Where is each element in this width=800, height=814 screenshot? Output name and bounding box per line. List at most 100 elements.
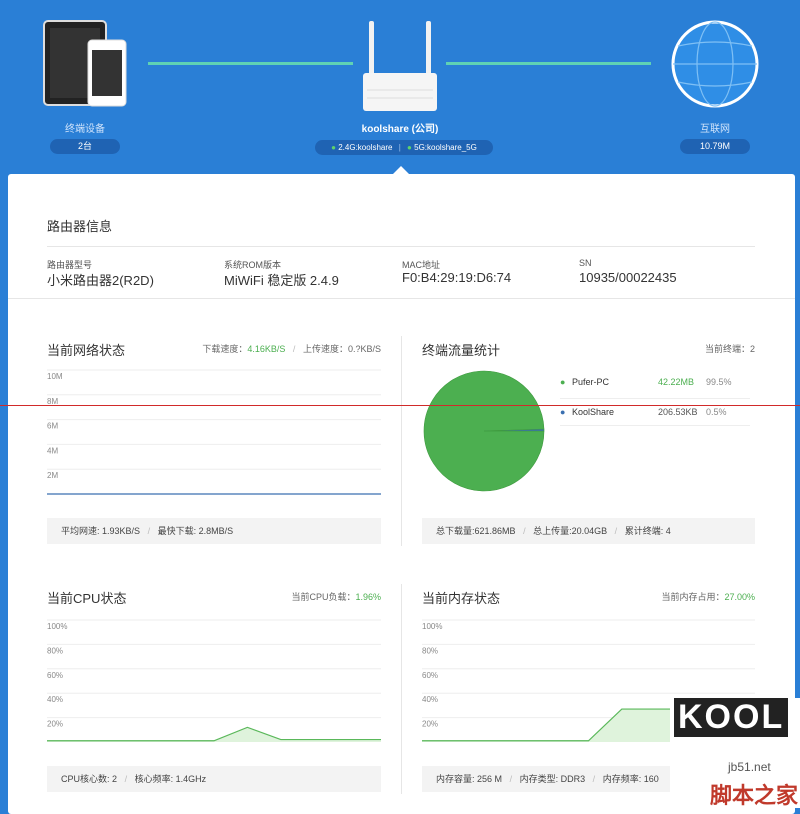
traffic-pie-chart <box>423 370 545 492</box>
cpu-title: 当前CPU状态 <box>47 591 127 606</box>
internet-speed-badge: 10.79M <box>680 139 750 154</box>
router-model-value: 小米路由器2(R2D) <box>47 273 154 288</box>
wifi-24-name: 2.4G:koolshare <box>338 143 393 152</box>
y-tick-label: 20% <box>47 720 63 729</box>
series-line <box>47 726 381 742</box>
terminal-label: 终端设备 <box>65 124 105 135</box>
current-terminals-value: 2 <box>749 344 755 354</box>
y-tick-label: 20% <box>422 720 438 729</box>
y-tick-label: 100% <box>422 622 442 631</box>
wifi-5-dot-icon: ● <box>407 143 412 152</box>
current-terminals-label: 当前终端： <box>704 344 750 354</box>
network-title: 当前网络状态 <box>47 343 126 358</box>
memory-type-value: DDR3 <box>560 774 586 784</box>
y-tick-label: 100% <box>47 622 67 631</box>
y-tick-label: 60% <box>422 671 438 680</box>
watermark-site-cn: 脚本之家 <box>710 783 799 808</box>
download-value: 4.16KB/S <box>247 344 286 354</box>
traffic-title: 终端流量统计 <box>422 343 501 358</box>
y-tick-label: 6M <box>47 422 58 431</box>
legend-dot-icon: ● <box>560 377 566 387</box>
mac-value: F0:B4:29:19:D6:74 <box>402 270 512 285</box>
router-info-title: 路由器信息 <box>47 219 113 234</box>
wifi-24-dot-icon: ● <box>331 143 336 152</box>
network-speeds: 下载速度：4.16KB/S / 上传速度：0.?KB/S <box>202 344 381 354</box>
legend-dot-icon: ● <box>560 407 566 417</box>
avg-speed-value: 1.93KB/S <box>102 526 141 536</box>
terminal-devices-icon[interactable] <box>42 18 132 110</box>
internet-label: 互联网 <box>700 124 730 135</box>
memory-freq-label: 内存频率: <box>602 774 642 784</box>
y-tick-label: 60% <box>47 671 63 680</box>
cpu-load-value: 1.96% <box>355 592 381 602</box>
network-footer: 平均网速: 1.93KB/S / 最快下载: 2.8MB/S <box>47 518 381 544</box>
cpu-footer: CPU核心数: 2 / 核心频率: 1.4GHz <box>47 766 381 792</box>
traffic-footer: 总下载量:621.86MB / 总上传量:20.04GB / 累计终端: 4 <box>422 518 755 544</box>
avg-speed-label: 平均网速: <box>61 526 100 536</box>
memory-title: 当前内存状态 <box>422 591 501 606</box>
y-tick-label: 4M <box>47 446 58 455</box>
watermark-site: jb51.net <box>728 760 771 774</box>
memory-usage-value: 27.00% <box>724 592 755 602</box>
wifi-divider: | <box>398 143 401 152</box>
download-label: 下载速度： <box>202 344 248 354</box>
link-line-right <box>446 62 651 65</box>
network-chart: 10M8M6M4M2M <box>47 369 381 495</box>
memory-usage-label: 当前内存占用： <box>661 592 725 602</box>
cpu-load-label: 当前CPU负载： <box>291 592 356 602</box>
cpu-cores-value: 2 <box>112 774 118 784</box>
legend-pct: 99.5% <box>706 377 732 387</box>
y-tick-label: 10M <box>47 372 63 381</box>
annotation-red-line <box>0 405 800 406</box>
section-divider-1 <box>8 298 795 299</box>
memory-freq-value: 160 <box>643 774 659 784</box>
y-tick-label: 80% <box>47 646 63 655</box>
cumulative-terminals-label: 累计终端: <box>624 526 664 536</box>
y-tick-label: 40% <box>422 695 438 704</box>
legend-name: KoolShare <box>571 407 614 417</box>
total-upload-label: 总上传量: <box>533 526 572 536</box>
legend-amount: 42.22MB <box>658 377 695 387</box>
legend-row-pufer[interactable]: ● Pufer-PC 42.22MB 99.5% <box>560 372 750 399</box>
y-tick-label: 80% <box>422 646 438 655</box>
watermark-logo: KOOL <box>674 698 789 737</box>
max-download-label: 最快下载: <box>157 526 197 536</box>
memory-usage: 当前内存占用：27.00% <box>602 590 755 603</box>
upload-label: 上传速度： <box>302 344 348 354</box>
legend-row-koolshare[interactable]: ● KoolShare 206.53KB 0.5% <box>560 399 750 426</box>
y-tick-label: 40% <box>47 695 63 704</box>
total-download-label: 总下载量: <box>436 526 475 536</box>
terminal-count-badge: 2台 <box>50 139 120 154</box>
memory-type-label: 内存类型: <box>519 774 559 784</box>
router-icon[interactable] <box>355 18 445 114</box>
y-tick-label: 2M <box>47 471 58 480</box>
current-terminals: 当前终端：2 <box>608 342 755 355</box>
vertical-divider-2 <box>401 584 402 794</box>
cumulative-terminals-value: 4 <box>665 526 671 536</box>
cpu-load: 当前CPU负载：1.96% <box>228 590 381 603</box>
upload-value: 0.?KB/S <box>347 344 381 354</box>
router-info-divider <box>47 246 755 247</box>
legend-name: Pufer-PC <box>571 377 609 387</box>
cpu-freq-value: 1.4GHz <box>175 774 207 784</box>
cpu-cores-label: CPU核心数: <box>61 774 110 784</box>
wifi-5-name: 5G:koolshare_5G <box>414 143 477 152</box>
globe-icon[interactable] <box>670 18 760 110</box>
total-upload-value: 20.04GB <box>571 526 608 536</box>
memory-capacity-label: 内存容量: <box>436 774 475 784</box>
sn-value: 10935/00022435 <box>579 270 677 285</box>
link-line-left <box>148 62 353 65</box>
max-download-value: 2.8MB/S <box>198 526 234 536</box>
vertical-divider-1 <box>401 336 402 546</box>
total-download-value: 621.86MB <box>474 526 516 536</box>
legend-amount: 206.53KB <box>658 407 698 417</box>
rom-version-value: MiWiFi 稳定版 2.4.9 <box>224 273 339 288</box>
memory-capacity-value: 256 M <box>477 774 503 784</box>
sn-label: SN <box>579 258 592 268</box>
router-name: koolshare (公司) <box>361 124 439 135</box>
watermark: KOOL jb51.net 脚本之家 <box>670 698 800 808</box>
legend-pct: 0.5% <box>706 407 727 417</box>
cpu-freq-label: 核心频率: <box>134 774 174 784</box>
wifi-badge: ● 2.4G:koolshare | ● 5G:koolshare_5G <box>315 140 493 155</box>
panel-pointer <box>393 166 409 174</box>
